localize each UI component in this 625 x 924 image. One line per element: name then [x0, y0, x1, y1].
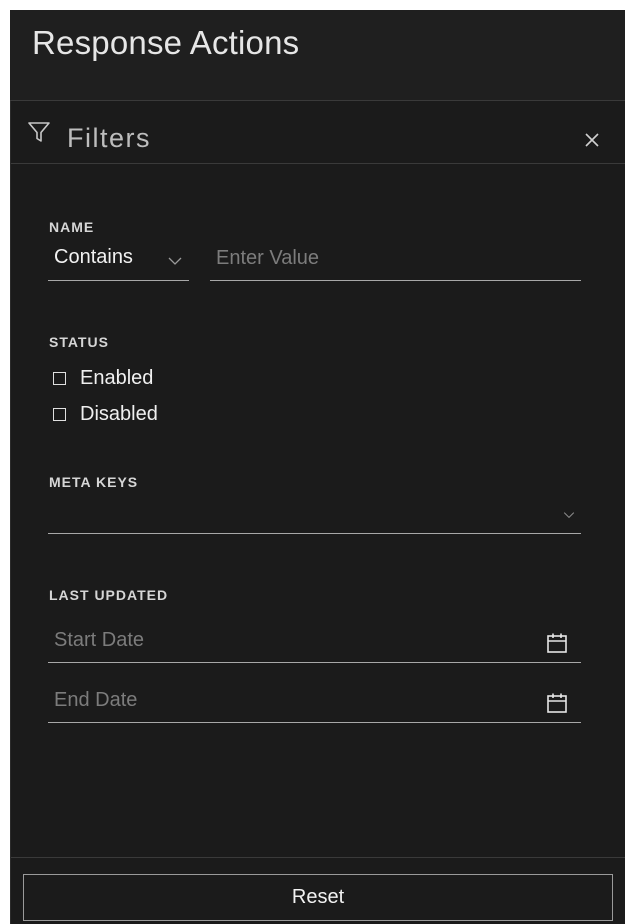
filters-title: Filters: [67, 123, 151, 153]
end-date-placeholder: End Date: [54, 689, 138, 711]
status-label: STATUS: [49, 334, 109, 350]
name-value-placeholder: Enter Value: [216, 247, 320, 269]
calendar-icon[interactable]: [546, 692, 568, 714]
meta-keys-select[interactable]: [48, 493, 581, 534]
last-updated-label: LAST UPDATED: [49, 587, 169, 603]
close-icon[interactable]: [583, 131, 601, 149]
page-title: Response Actions: [32, 24, 300, 61]
start-date-placeholder: Start Date: [54, 629, 145, 651]
meta-keys-label: META KEYS: [49, 474, 139, 490]
app-header: Response Actions: [10, 10, 625, 101]
status-enabled-label: Enabled: [80, 367, 154, 389]
chevron-down-icon: [168, 257, 182, 265]
calendar-icon[interactable]: [546, 632, 568, 654]
footer-divider: [11, 857, 625, 858]
name-operator-select[interactable]: Contains: [48, 240, 189, 281]
name-operator-value: Contains: [54, 246, 133, 268]
name-label: NAME: [49, 219, 95, 235]
start-date-input[interactable]: Start Date: [48, 622, 581, 663]
response-actions-window: Response Actions Filters NAME Contains E…: [10, 10, 625, 924]
checkbox-square[interactable]: [53, 408, 66, 421]
chevron-down-icon: [563, 512, 575, 519]
end-date-input[interactable]: End Date: [48, 682, 581, 723]
status-disabled-label: Disabled: [80, 403, 158, 425]
filter-funnel-icon: [28, 122, 50, 142]
filters-header: Filters: [11, 101, 625, 164]
name-value-input[interactable]: Enter Value: [210, 240, 581, 281]
filters-panel: Filters NAME Contains Enter Value STATUS…: [10, 101, 625, 924]
checkbox-square[interactable]: [53, 372, 66, 385]
reset-button[interactable]: Reset: [23, 874, 613, 921]
